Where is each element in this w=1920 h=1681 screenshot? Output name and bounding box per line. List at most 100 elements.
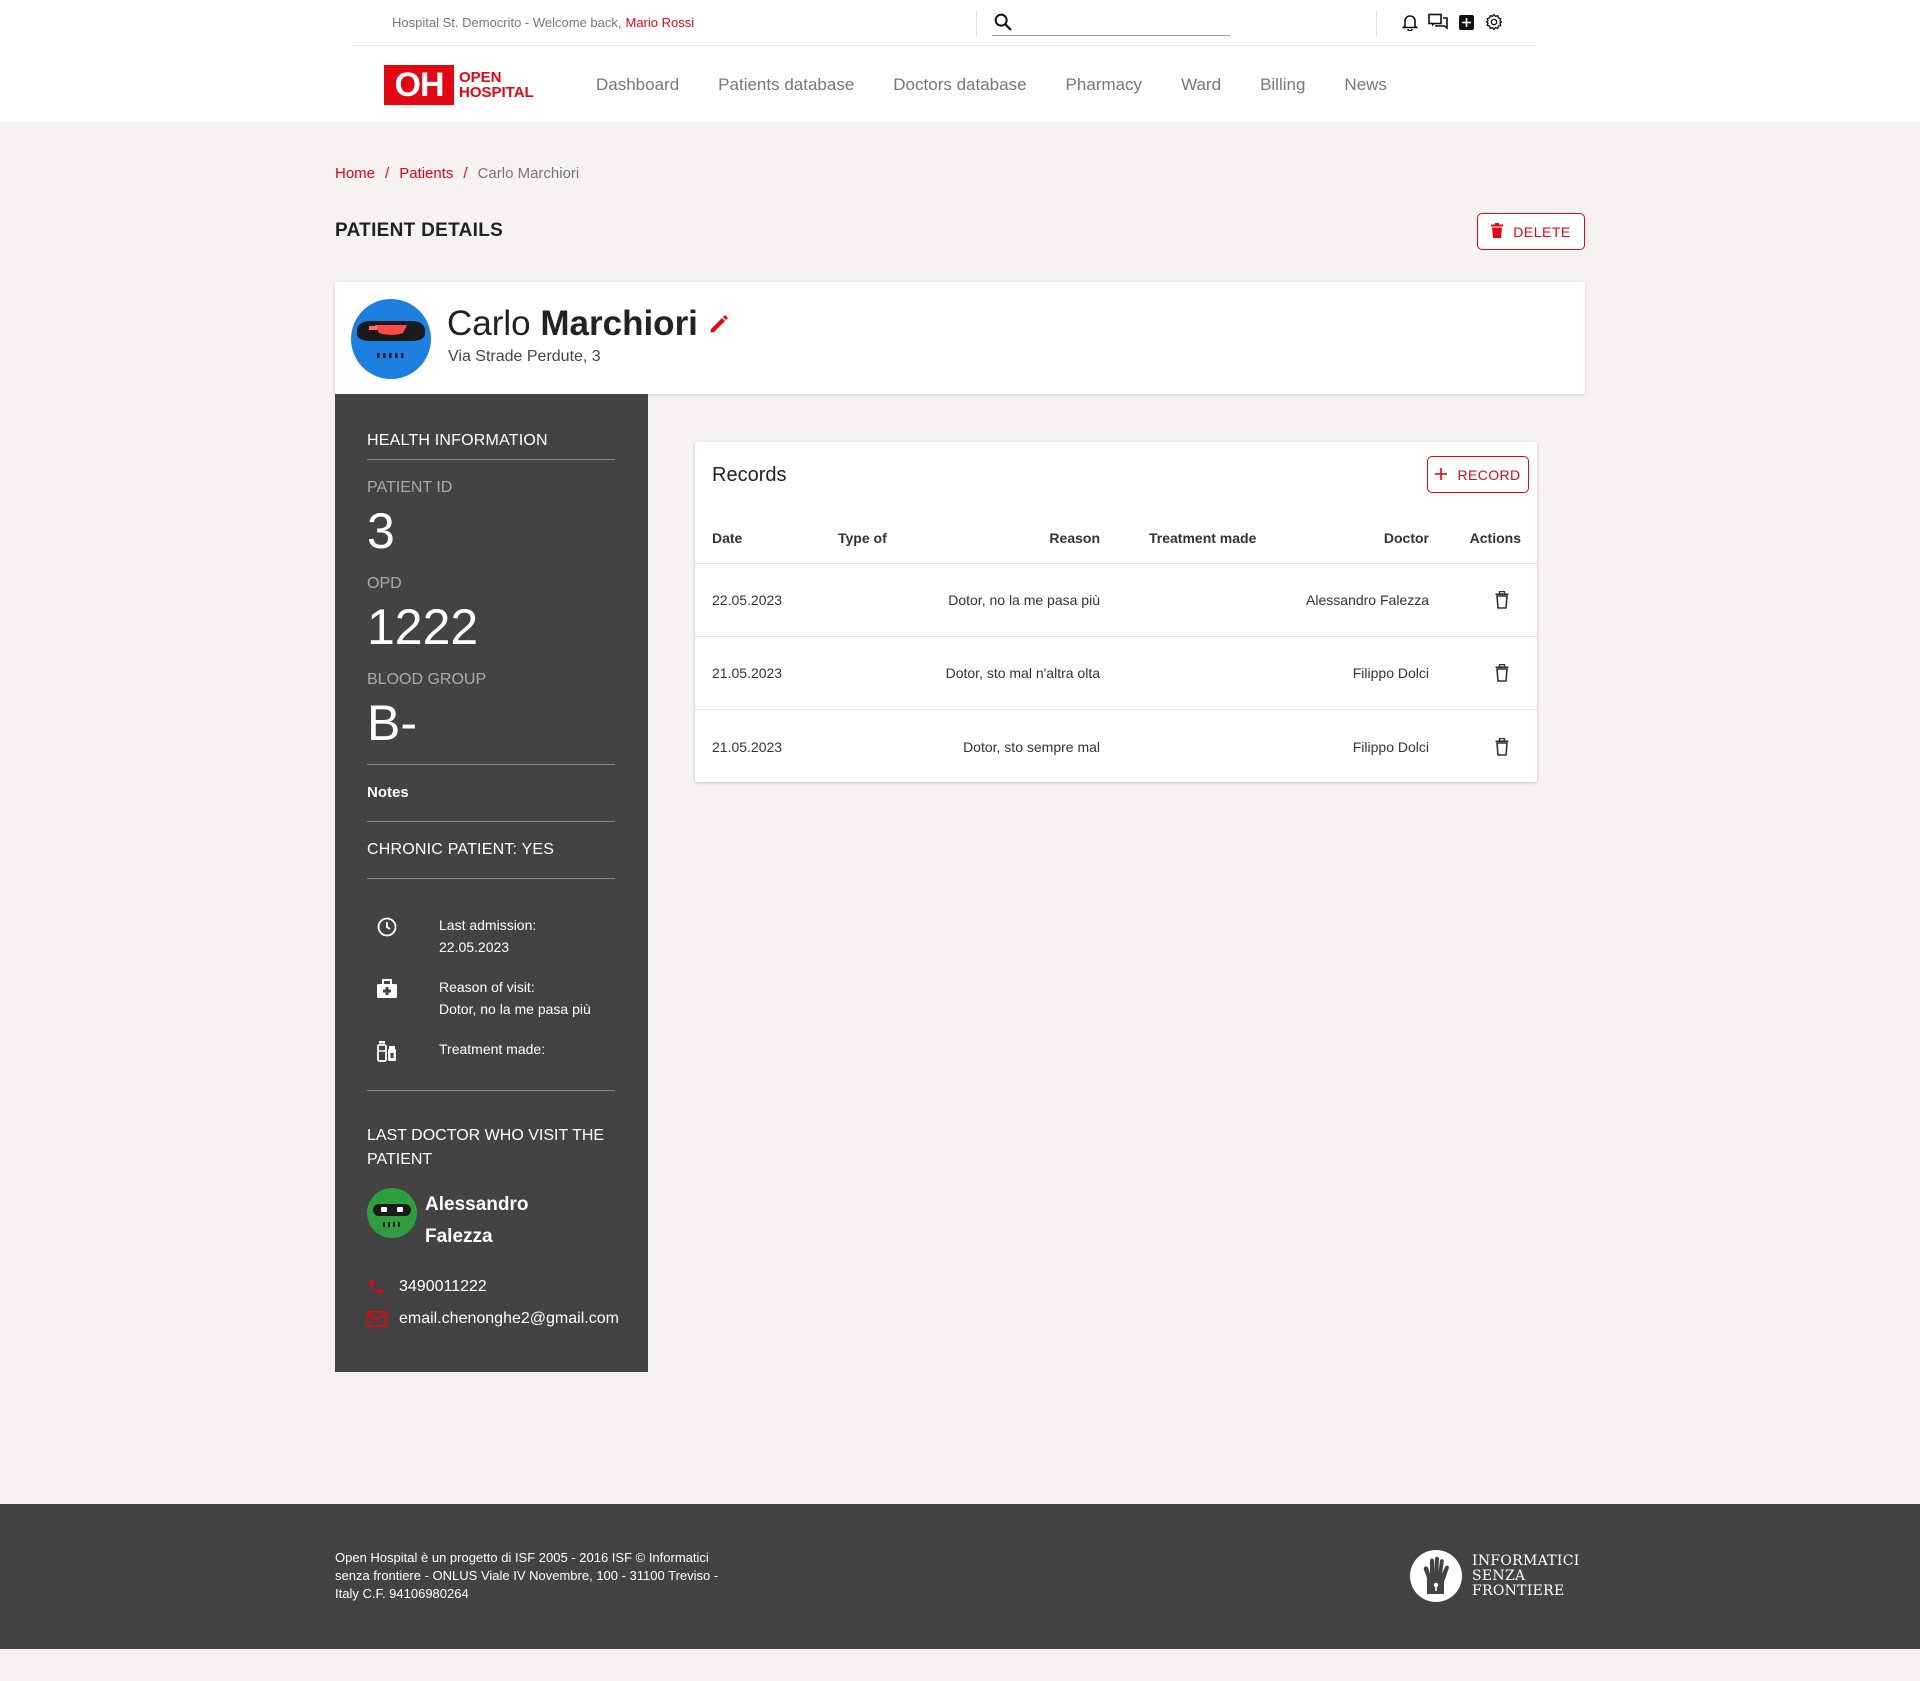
footer-text: Open Hospital è un progetto di ISF 2005 …	[335, 1550, 719, 1601]
breadcrumb: Home / Patients / Carlo Marchiori	[335, 165, 579, 182]
nav-ward[interactable]: Ward	[1181, 75, 1221, 95]
doctor-first-name: Alessandro	[425, 1194, 529, 1215]
divider	[367, 1090, 615, 1091]
header: Hospital St. Democrito - Welcome back, Ma…	[0, 0, 1920, 122]
doctor-avatar	[367, 1188, 417, 1238]
delete-record-icon[interactable]	[1495, 664, 1509, 682]
doctor-phone[interactable]: 3490011222	[367, 1278, 487, 1296]
divider	[367, 821, 615, 822]
top-icons	[1400, 11, 1504, 33]
divider	[976, 10, 977, 36]
isf-logo[interactable]: INFORMATICI SENZA FRONTIERE	[1410, 1550, 1580, 1602]
nav-billing[interactable]: Billing	[1260, 75, 1305, 95]
table-row[interactable]: 22.05.2023 Dotor, no la me pasa più Ales…	[695, 564, 1537, 637]
logo-text: OPEN HOSPITAL	[459, 70, 534, 100]
mail-icon	[367, 1311, 391, 1327]
doctor-email-text: email.chenonghe2@gmail.com	[399, 1310, 619, 1327]
cell-reason: Dotor, sto mal n'altra olta	[945, 665, 1100, 681]
divider	[367, 764, 615, 765]
cell-doctor: Alessandro Falezza	[1306, 592, 1429, 608]
breadcrumb-home[interactable]: Home	[335, 165, 375, 182]
open-hospital-logo[interactable]: OH OPEN HOSPITAL	[384, 65, 534, 105]
records-title: Records	[712, 464, 787, 486]
plus-icon	[1435, 467, 1448, 483]
last-doctor-title: LAST DOCTOR WHO VISIT THE PATIENT	[367, 1127, 605, 1168]
cell-reason: Dotor, sto sempre mal	[963, 738, 1100, 755]
breadcrumb-separator: /	[463, 165, 468, 182]
delete-button[interactable]: DELETE	[1477, 213, 1585, 250]
nav-dashboard[interactable]: Dashboard	[596, 75, 679, 95]
column-header-type[interactable]: Type of	[838, 530, 887, 546]
isf-line: INFORMATICI	[1472, 1552, 1580, 1569]
search-icon[interactable]	[992, 11, 1014, 33]
notes-label: Notes	[367, 784, 409, 801]
medical-kit-icon	[367, 976, 407, 1020]
chronic-status: CHRONIC PATIENT: YES	[367, 841, 555, 858]
column-header-treatment[interactable]: Treatment made	[1149, 530, 1256, 546]
nav-patients-database[interactable]: Patients database	[718, 75, 854, 95]
doctor-phone-text: 3490011222	[399, 1278, 487, 1295]
records-card: Records RECORD Date Type of Reason Treat…	[695, 442, 1537, 782]
main-nav: OH OPEN HOSPITAL Dashboard Patients data…	[0, 47, 1920, 122]
cell-doctor: Filippo Dolci	[1352, 665, 1429, 681]
add-record-label: RECORD	[1457, 466, 1521, 483]
column-header-date[interactable]: Date	[712, 530, 742, 546]
welcome-message: Hospital St. Democrito - Welcome back, Ma…	[392, 15, 694, 30]
table-row[interactable]: 21.05.2023 Dotor, sto sempre mal Filippo…	[695, 710, 1537, 783]
welcome-text: Hospital St. Democrito - Welcome back,	[392, 15, 622, 30]
delete-record-icon[interactable]	[1495, 737, 1509, 756]
breadcrumb-patients[interactable]: Patients	[399, 165, 453, 182]
last-admission-label: Last admission:	[439, 917, 537, 933]
cell-reason: Dotor, no la me pasa più	[948, 592, 1100, 608]
reason-value: Dotor, no la me pasa più	[439, 1001, 591, 1017]
delete-label: DELETE	[1513, 223, 1571, 240]
blood-group-label: BLOOD GROUP	[367, 671, 487, 688]
last-admission-value: 22.05.2023	[439, 939, 510, 955]
phone-icon	[367, 1278, 391, 1296]
patient-address: Via Strade Perdute, 3	[448, 348, 601, 365]
bell-icon[interactable]	[1400, 11, 1420, 33]
clock-icon	[367, 914, 407, 958]
breadcrumb-current: Carlo Marchiori	[477, 165, 580, 182]
table-header: Date Type of Reason Treatment made Docto…	[695, 512, 1537, 564]
edit-pencil-icon[interactable]	[708, 304, 730, 344]
logo-mark: OH	[384, 65, 454, 105]
apps-icon[interactable]	[1456, 11, 1476, 33]
search-input[interactable]	[1024, 12, 1224, 34]
cell-date: 21.05.2023	[712, 738, 783, 755]
cell-date: 22.05.2023	[712, 592, 783, 608]
column-header-doctor[interactable]: Doctor	[1384, 530, 1429, 546]
cell-doctor: Filippo Dolci	[1352, 738, 1429, 755]
nav-pharmacy[interactable]: Pharmacy	[1066, 75, 1143, 95]
opd-label: OPD	[367, 575, 402, 592]
opd-value: 1222	[367, 599, 479, 655]
isf-line: FRONTIERE	[1472, 1582, 1565, 1599]
reason-label: Reason of visit:	[439, 979, 535, 995]
isf-logo-text: INFORMATICI SENZA FRONTIERE	[1472, 1552, 1580, 1599]
column-header-actions: Actions	[1469, 529, 1521, 546]
records-table: Date Type of Reason Treatment made Docto…	[695, 512, 1537, 783]
nav-news[interactable]: News	[1344, 75, 1387, 95]
table-row[interactable]: 21.05.2023 Dotor, sto mal n'altra olta F…	[695, 637, 1537, 710]
nav-doctors-database[interactable]: Doctors database	[893, 75, 1026, 95]
user-name-link[interactable]: Mario Rossi	[626, 15, 695, 30]
blood-group-value: B-	[367, 695, 417, 751]
delete-record-icon[interactable]	[1495, 591, 1509, 609]
treatment-row: Treatment made:	[367, 1038, 545, 1064]
nav-items: Dashboard Patients database Doctors data…	[596, 47, 1426, 122]
isf-line: SENZA	[1472, 1567, 1526, 1584]
doctor-email[interactable]: email.chenonghe2@gmail.com	[367, 1310, 619, 1328]
patient-avatar	[351, 299, 431, 379]
patient-id-value: 3	[367, 503, 395, 559]
add-record-button[interactable]: RECORD	[1427, 456, 1529, 493]
doctor-name: Alessandro Falezza	[425, 1189, 605, 1253]
cell-date: 21.05.2023	[712, 665, 783, 681]
health-info-title: HEALTH INFORMATION	[367, 432, 548, 449]
chat-icon[interactable]	[1428, 11, 1448, 33]
column-header-reason[interactable]: Reason	[1049, 530, 1100, 546]
settings-icon[interactable]	[1484, 11, 1504, 33]
patient-last-name: Marchiori	[540, 304, 698, 343]
breadcrumb-separator: /	[385, 165, 390, 182]
doctor-last-name: Falezza	[425, 1226, 493, 1247]
footer: Open Hospital è un progetto di ISF 2005 …	[0, 1504, 1920, 1649]
